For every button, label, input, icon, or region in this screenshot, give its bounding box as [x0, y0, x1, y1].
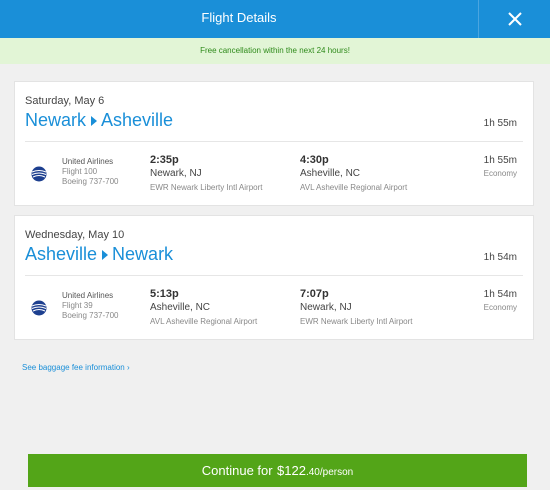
airline-name: United Airlines [62, 291, 114, 300]
arrival-info: 7:07p Newark, NJ EWR Newark Liberty Intl… [300, 288, 412, 328]
continue-button[interactable]: Continue for $122.40/person [28, 454, 527, 487]
segment-duration: 1h 55m [483, 155, 517, 166]
departure-info: 5:13p Asheville, NC AVL Asheville Region… [150, 288, 257, 328]
aircraft-type: Boeing 737-700 [62, 311, 119, 320]
divider [25, 141, 523, 142]
departure-time: 5:13p [150, 288, 179, 300]
total-duration: 1h 54m [483, 252, 517, 263]
aircraft-type: Boeing 737-700 [62, 177, 119, 186]
flight-card-outbound: Saturday, May 6 Newark Asheville 1h 55m U… [14, 81, 534, 206]
route-origin: Asheville [25, 244, 98, 264]
price-sub[interactable]: .40/person [306, 467, 353, 478]
flight-number: Flight 39 [62, 301, 93, 310]
arrival-time: 4:30p [300, 154, 329, 166]
close-button[interactable] [478, 0, 550, 38]
flight-date: Wednesday, May 10 [25, 229, 125, 241]
price-main[interactable]: $122 [277, 463, 306, 478]
cabin-class: Economy [483, 169, 517, 178]
departure-time: 2:35p [150, 154, 179, 166]
airline-info: United Airlines Flight 39 Boeing 737-700 [62, 291, 119, 321]
baggage-fee-label[interactable]: See baggage fee information [22, 363, 125, 372]
segment-duration: 1h 54m [483, 289, 517, 300]
flight-number: Flight 100 [62, 167, 98, 176]
segment-summary: 1h 54m Economy [484, 288, 517, 314]
departure-airport: AVL Asheville Regional Airport [150, 317, 258, 326]
arrival-city: Newark, NJ [300, 302, 352, 313]
close-icon[interactable] [508, 12, 522, 26]
chevron-right-icon: › [126, 363, 130, 372]
arrival-airport: EWR Newark Liberty Intl Airport [300, 317, 413, 326]
divider [25, 275, 523, 276]
arrival-airport: AVL Asheville Regional Airport [300, 183, 408, 192]
page-title: Flight Details [201, 10, 277, 25]
departure-city: Asheville, NC [150, 302, 211, 313]
departure-info: 2:35p Newark, NJ EWR Newark Liberty Intl… [150, 154, 262, 194]
route-arrow-icon [91, 115, 98, 126]
cancellation-notice: Free cancellation within the next 24 hou… [0, 38, 550, 64]
flight-route: Newark Asheville [25, 110, 173, 131]
route-destination: Asheville [101, 110, 174, 130]
cabin-class: Economy [483, 303, 517, 312]
flight-card-return: Wednesday, May 10 Asheville Newark 1h 54m… [14, 215, 534, 340]
united-airlines-logo-icon [31, 166, 47, 182]
departure-city: Newark, NJ [150, 168, 202, 179]
route-destination: Newark [112, 244, 174, 264]
arrival-time: 7:07p [300, 288, 329, 300]
arrival-city: Asheville, NC [300, 168, 361, 179]
airline-info: United Airlines Flight 100 Boeing 737-70… [62, 157, 119, 187]
continue-label[interactable]: Continue for [202, 463, 273, 478]
header-bar: Flight Details [0, 0, 550, 38]
departure-airport: EWR Newark Liberty Intl Airport [150, 183, 263, 192]
flight-date: Saturday, May 6 [25, 95, 105, 107]
route-arrow-icon [102, 249, 109, 260]
route-origin: Newark [25, 110, 87, 130]
flight-route: Asheville Newark [25, 244, 173, 265]
total-duration: 1h 55m [483, 118, 517, 129]
united-airlines-logo-icon [31, 300, 47, 316]
arrival-info: 4:30p Asheville, NC AVL Asheville Region… [300, 154, 407, 194]
airline-name: United Airlines [62, 157, 114, 166]
baggage-fee-link[interactable]: See baggage fee information › [22, 363, 130, 372]
segment-summary: 1h 55m Economy [484, 154, 517, 180]
